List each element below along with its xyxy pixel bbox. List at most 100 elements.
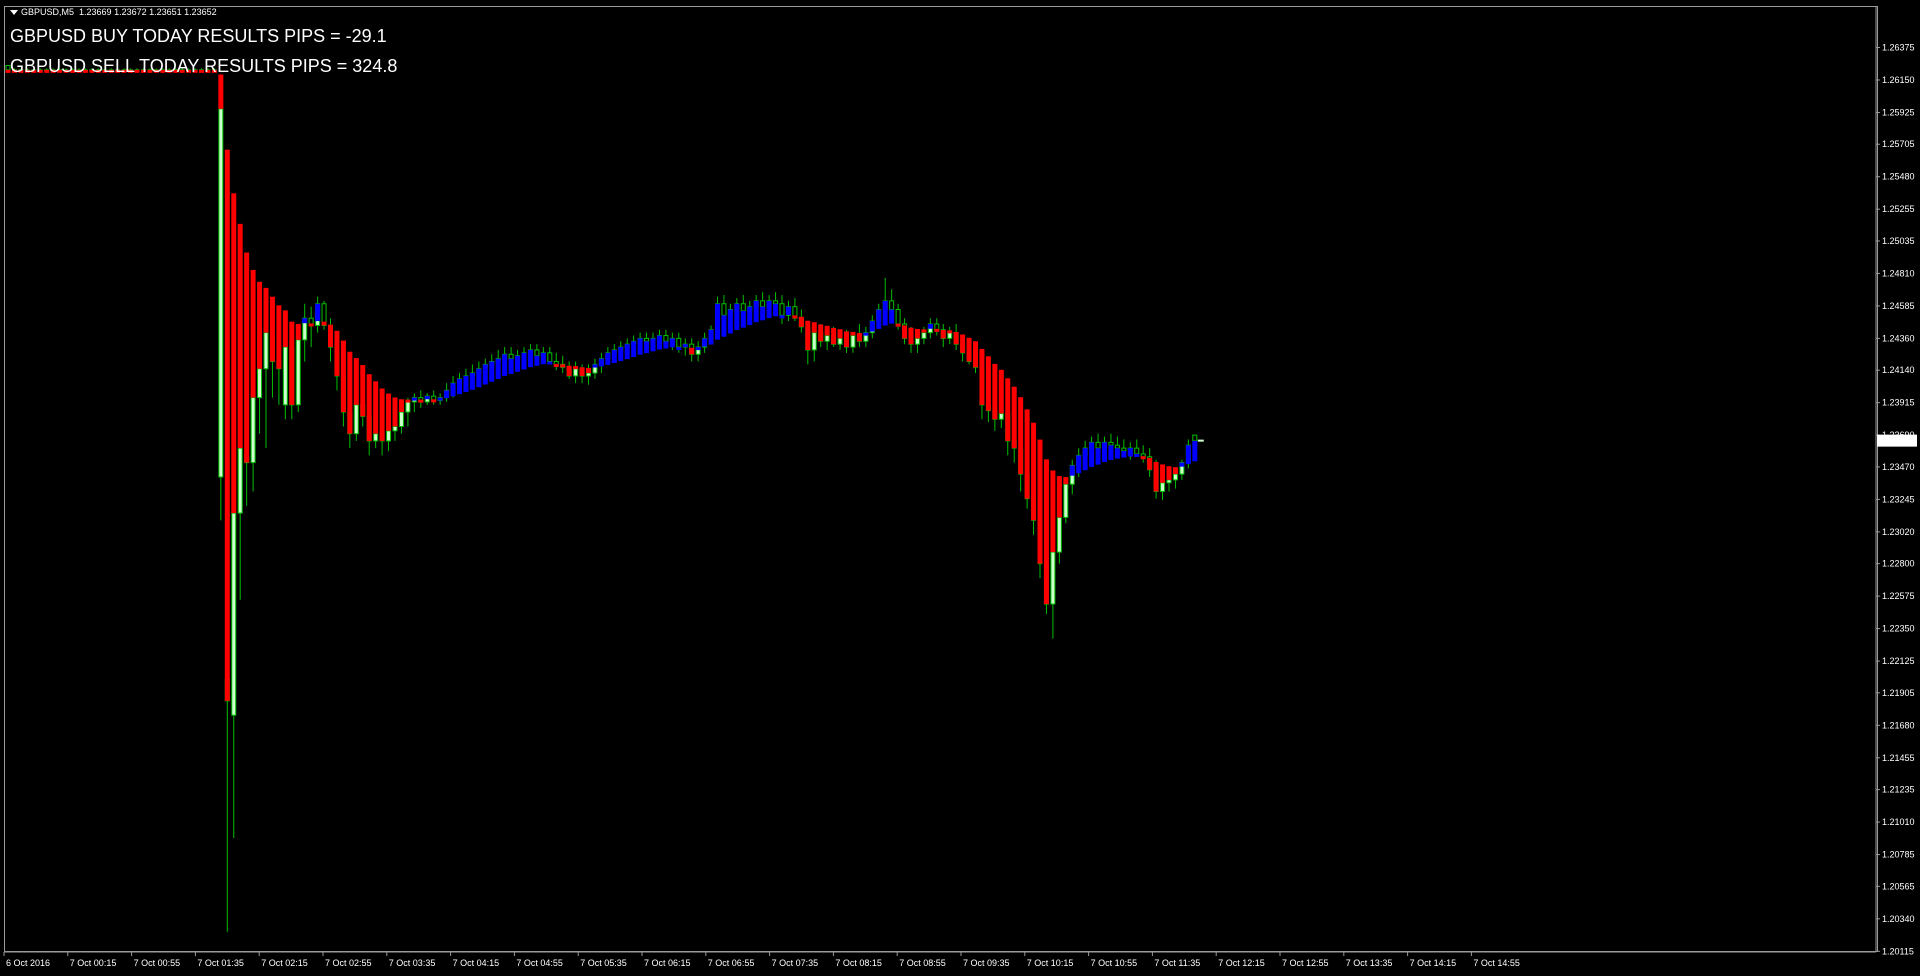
bear-band-bar xyxy=(340,340,346,413)
bear-band-bar xyxy=(289,321,295,405)
bull-candle xyxy=(1063,483,1069,518)
bear-candle xyxy=(895,309,901,325)
bear-band-bar xyxy=(792,315,798,319)
y-tick-label: 1.21905 xyxy=(1882,688,1915,698)
x-tick-label: 7 Oct 13:35 xyxy=(1346,958,1393,968)
bull-candle xyxy=(837,337,843,345)
y-tick-label: 1.26375 xyxy=(1882,42,1915,52)
bull-candle xyxy=(353,404,359,435)
bear-candle xyxy=(773,300,779,305)
bull-candle xyxy=(811,332,817,351)
bear-band-bar xyxy=(966,337,972,362)
bull-band-bar xyxy=(540,352,546,365)
bear-band-bar xyxy=(837,329,843,339)
y-tick-label: 1.22125 xyxy=(1882,656,1915,666)
bull-band-bar xyxy=(624,344,630,360)
bear-band-bar xyxy=(1005,378,1011,441)
bear-band-bar xyxy=(824,325,830,336)
bull-candle xyxy=(373,433,379,442)
bull-candle xyxy=(947,332,953,339)
bear-band-bar xyxy=(295,323,301,340)
bull-band-bar xyxy=(450,383,456,397)
bull-candle xyxy=(398,411,404,427)
bull-band-bar xyxy=(618,347,624,362)
bear-band-bar xyxy=(908,327,914,345)
y-tick-label: 1.21455 xyxy=(1882,753,1915,763)
x-tick-label: 7 Oct 10:55 xyxy=(1091,958,1138,968)
bull-candle xyxy=(586,372,591,377)
bear-candle xyxy=(721,303,727,316)
bull-candle xyxy=(392,425,398,432)
bull-candle xyxy=(1160,482,1166,492)
x-tick-label: 7 Oct 09:35 xyxy=(963,958,1010,968)
x-tick-label: 6 Oct 2016 xyxy=(6,958,50,968)
bull-candle xyxy=(250,397,256,464)
bear-band-bar xyxy=(940,330,946,339)
bull-candle xyxy=(218,108,224,478)
x-tick-label: 7 Oct 12:55 xyxy=(1282,958,1329,968)
bear-band-bar xyxy=(689,347,695,355)
bear-band-bar xyxy=(998,369,1004,414)
bull-band-bar xyxy=(302,318,308,324)
bull-band-bar xyxy=(927,323,933,329)
bear-band-bar xyxy=(366,374,372,441)
bear-band-bar xyxy=(831,328,837,345)
x-tick-label: 7 Oct 06:15 xyxy=(644,958,691,968)
bull-candle xyxy=(573,368,579,377)
y-tick-label: 1.23020 xyxy=(1882,527,1915,537)
bull-candle xyxy=(295,339,301,406)
y-tick-label: 1.20340 xyxy=(1882,914,1915,924)
bear-candle xyxy=(1192,434,1198,442)
bear-band-bar xyxy=(953,331,959,345)
bear-band-bar xyxy=(224,149,230,701)
bear-band-bar xyxy=(1018,397,1024,475)
x-tick-label: 7 Oct 14:15 xyxy=(1410,958,1457,968)
bear-candle xyxy=(547,352,553,363)
bull-band-bar xyxy=(527,349,533,368)
bull-band-bar xyxy=(1179,462,1185,467)
bull-band-bar xyxy=(1134,453,1140,457)
bear-band-bar xyxy=(579,367,585,376)
y-tick-label: 1.25035 xyxy=(1882,236,1915,246)
bull-candle xyxy=(1172,473,1178,481)
bull-candle xyxy=(237,447,243,514)
bull-band-bar xyxy=(715,303,720,340)
bull-candle xyxy=(1166,479,1172,484)
bull-band-bar xyxy=(708,329,714,345)
bull-candle xyxy=(257,368,263,399)
y-tick-label: 1.23915 xyxy=(1882,398,1915,408)
bear-band-bar xyxy=(328,324,333,348)
bear-band-bar xyxy=(386,393,392,431)
bear-candle xyxy=(1134,447,1140,455)
bull-band-bar xyxy=(747,306,753,326)
bear-band-bar xyxy=(308,323,314,327)
y-tick-label: 1.23470 xyxy=(1882,462,1915,472)
bull-band-bar xyxy=(773,303,779,317)
price-chart[interactable]: 1.26375 1.26150 1.25925 1.25705 1.25480 1.252… xyxy=(0,0,1920,976)
bull-candle xyxy=(1056,516,1062,553)
bull-band-bar xyxy=(515,355,521,372)
bear-band-bar xyxy=(586,367,591,374)
bear-band-bar xyxy=(805,320,811,350)
bull-band-bar xyxy=(682,344,688,348)
x-tick-label: 7 Oct 03:35 xyxy=(389,958,436,968)
bull-band-bar xyxy=(650,338,656,352)
bull-band-bar xyxy=(437,397,443,401)
bear-band-bar xyxy=(282,310,288,348)
bull-band-bar xyxy=(1095,448,1101,465)
x-tick-label: 7 Oct 10:15 xyxy=(1027,958,1074,968)
bull-band-bar xyxy=(663,341,669,349)
y-tick-label: 1.25480 xyxy=(1882,172,1915,182)
bear-band-bar xyxy=(979,348,985,405)
x-tick-label: 7 Oct 06:55 xyxy=(708,958,755,968)
bull-band-bar xyxy=(315,303,321,322)
y-tick-label: 1.24360 xyxy=(1882,333,1915,343)
bear-band-bar xyxy=(269,296,275,362)
bull-band-bar xyxy=(547,361,553,365)
current-price-label: 1.23652 xyxy=(1879,436,1912,446)
bear-candle xyxy=(760,300,766,308)
bull-band-bar xyxy=(463,375,469,393)
bull-candle xyxy=(850,335,856,348)
bear-band-bar xyxy=(850,331,856,336)
bear-candle xyxy=(889,300,895,311)
